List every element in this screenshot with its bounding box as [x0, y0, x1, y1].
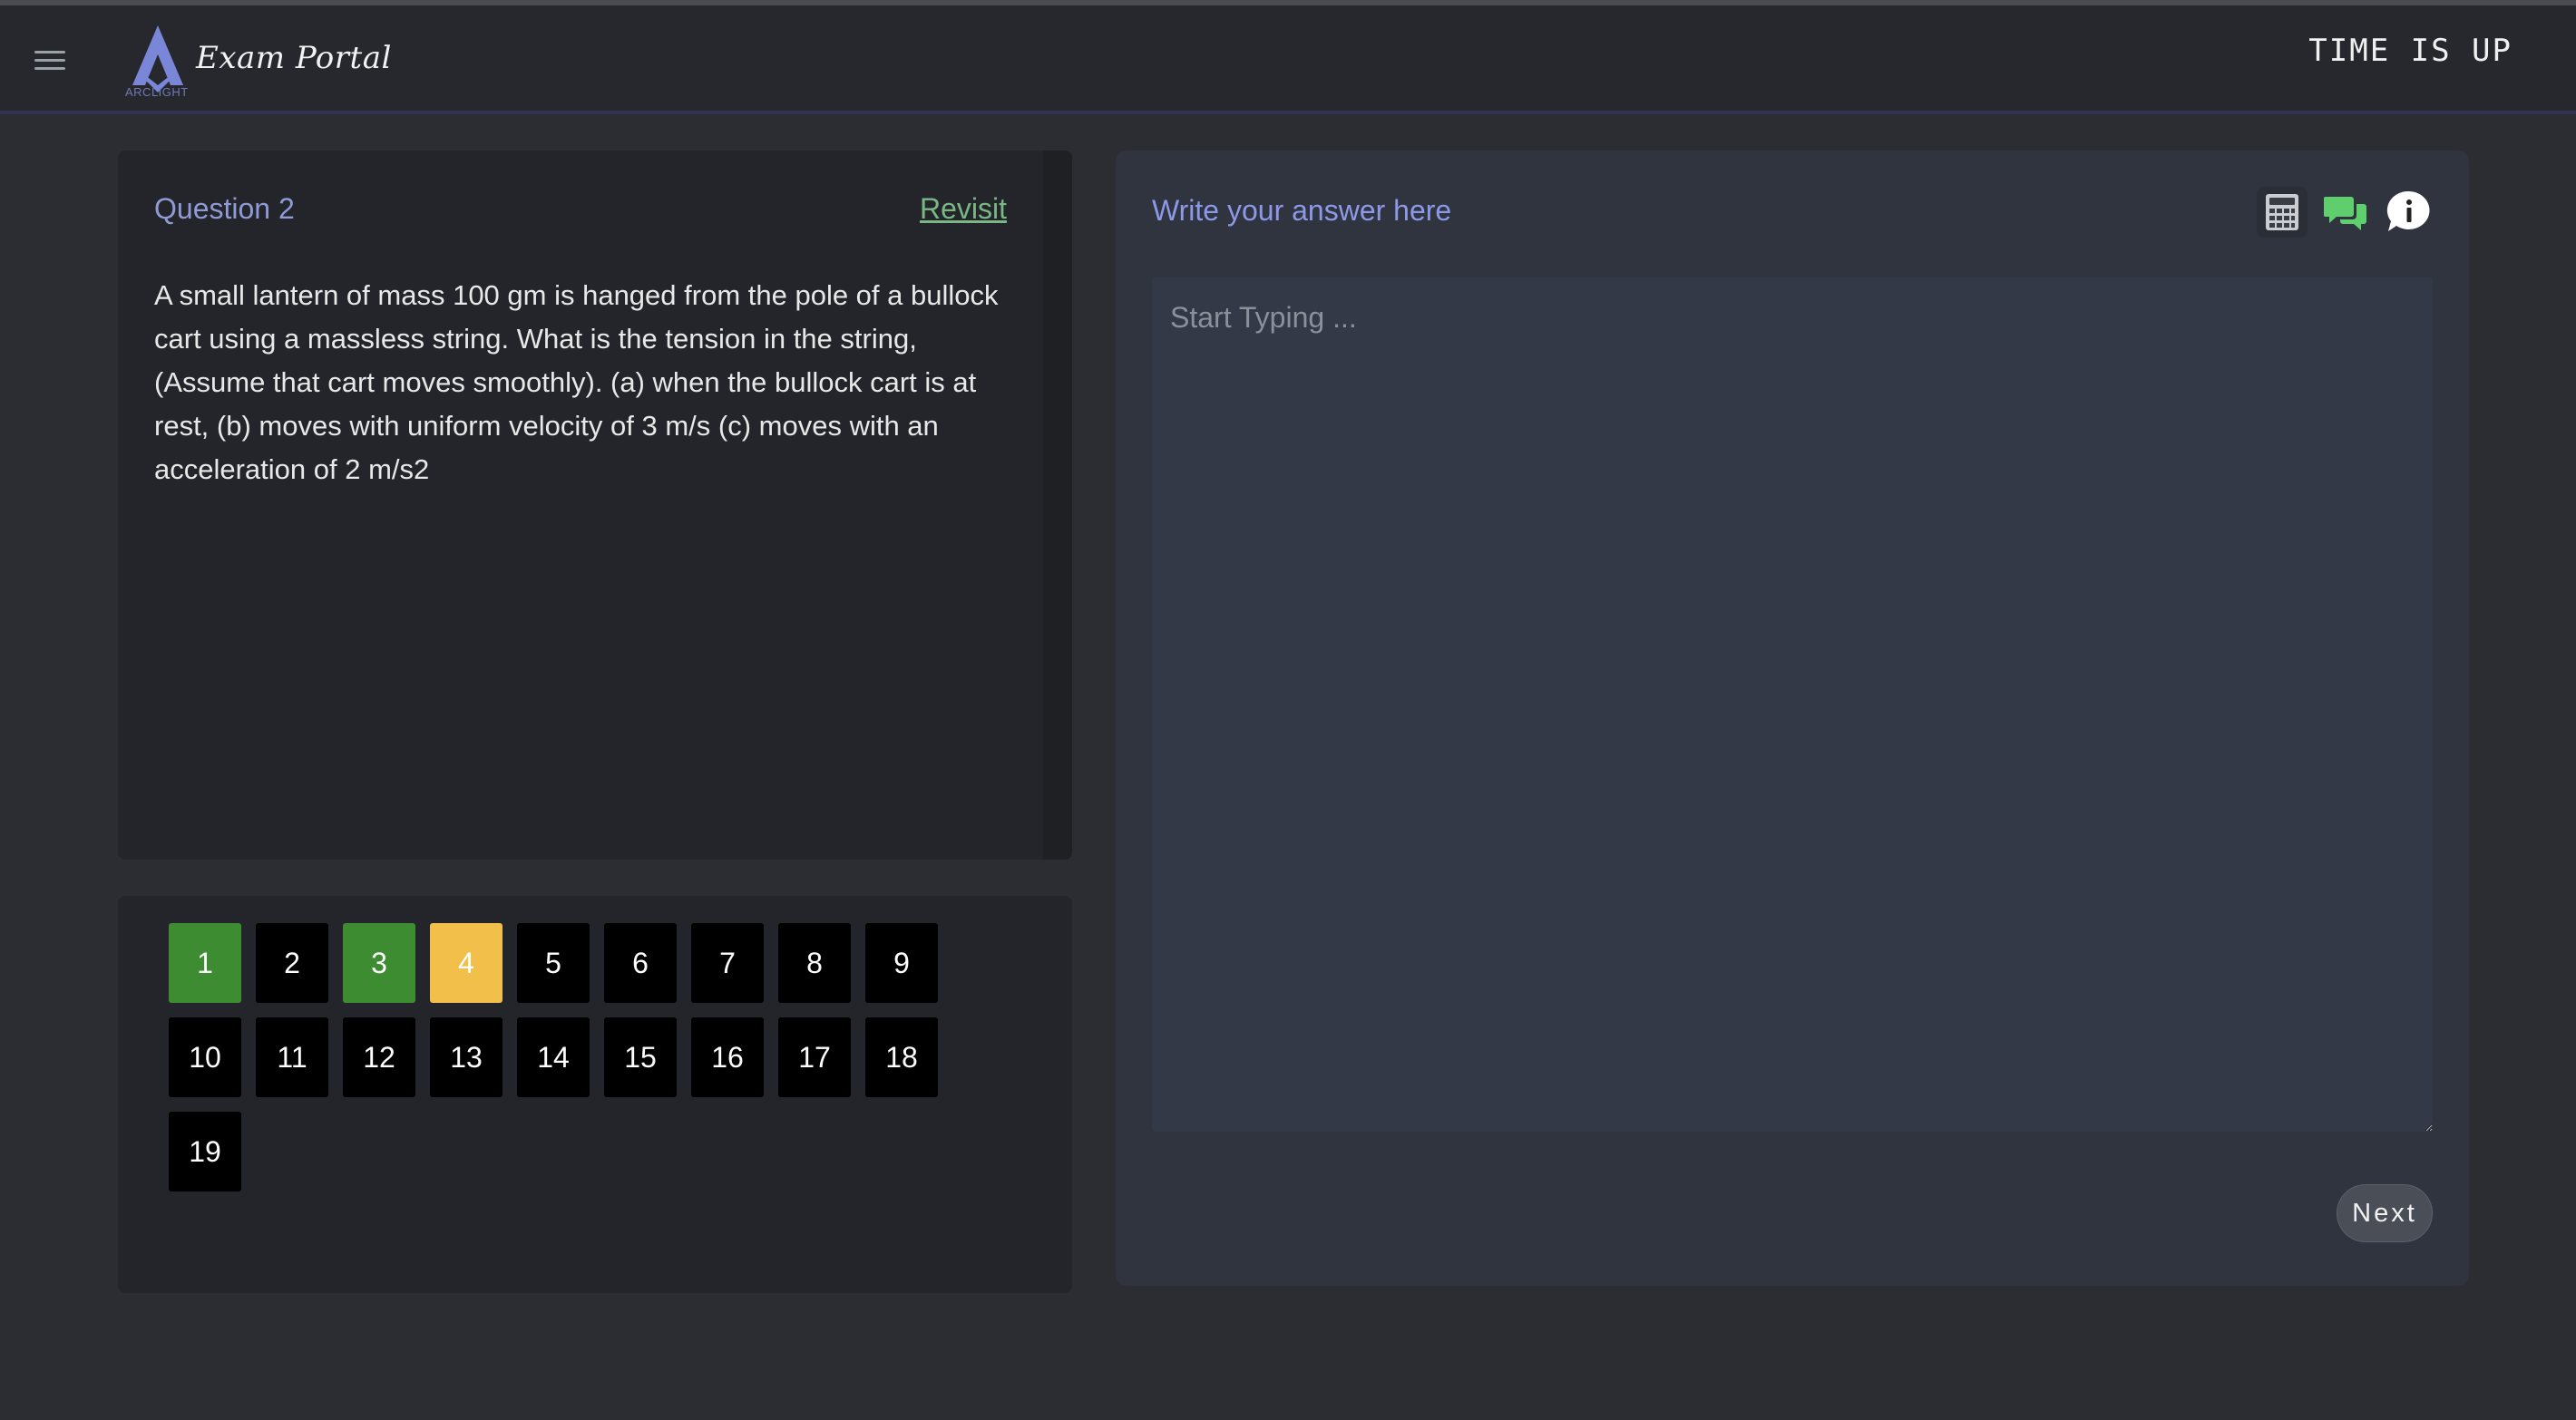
question-nav-button[interactable]: 17 [778, 1017, 851, 1097]
question-nav-button[interactable]: 11 [256, 1017, 328, 1097]
question-nav-button[interactable]: 19 [169, 1112, 241, 1191]
next-button[interactable]: Next [2337, 1184, 2433, 1242]
brand-title: Exam Portal [196, 40, 392, 76]
answer-textarea[interactable] [1152, 277, 2433, 1132]
question-nav-button[interactable]: 13 [430, 1017, 503, 1097]
question-nav-button[interactable]: 5 [517, 923, 590, 1003]
question-nav-button[interactable]: 16 [691, 1017, 764, 1097]
question-grid: 1 2 3 4 5 6 7 8 9 10 11 12 13 14 15 16 17 18 19 [169, 923, 958, 1191]
revisit-link[interactable]: Revisit [920, 192, 1007, 226]
hamburger-menu-icon[interactable] [34, 51, 65, 71]
question-nav-button[interactable]: 3 [343, 923, 415, 1003]
app-header: Exam Portal ARCLIGHT TIME IS UP [0, 5, 2576, 114]
info-icon[interactable] [2384, 187, 2435, 238]
brand-subtitle: ARCLIGHT [125, 85, 189, 99]
question-nav-button[interactable]: 18 [865, 1017, 938, 1097]
question-nav-button[interactable]: 14 [517, 1017, 590, 1097]
question-nav-button[interactable]: 12 [343, 1017, 415, 1097]
question-label: Question 2 [154, 192, 295, 225]
calculator-icon[interactable] [2257, 187, 2308, 238]
question-scrollbar[interactable] [1043, 151, 1072, 860]
answer-title: Write your answer here [1152, 194, 1452, 227]
question-navigator: 1 2 3 4 5 6 7 8 9 10 11 12 13 14 15 16 17 18 19 [118, 896, 1072, 1293]
question-text: A small lantern of mass 100 gm is hanged… [154, 279, 999, 485]
answer-panel: Write your answer here Start Typing ... … [1116, 151, 2469, 1286]
exam-timer: TIME IS UP [2308, 33, 2513, 69]
question-nav-button[interactable]: 2 [256, 923, 328, 1003]
question-nav-button[interactable]: 8 [778, 923, 851, 1003]
chat-icon[interactable] [2320, 187, 2371, 238]
question-nav-button[interactable]: 10 [169, 1017, 241, 1097]
question-nav-button[interactable]: 15 [604, 1017, 677, 1097]
question-panel: Question 2 Revisit A small lantern of ma… [118, 151, 1072, 860]
question-nav-button[interactable]: 7 [691, 923, 764, 1003]
question-nav-button[interactable]: 6 [604, 923, 677, 1003]
question-nav-button[interactable]: 9 [865, 923, 938, 1003]
question-nav-button[interactable]: 1 [169, 923, 241, 1003]
answer-toolbar [2257, 187, 2435, 238]
question-nav-button[interactable]: 4 [430, 923, 503, 1003]
